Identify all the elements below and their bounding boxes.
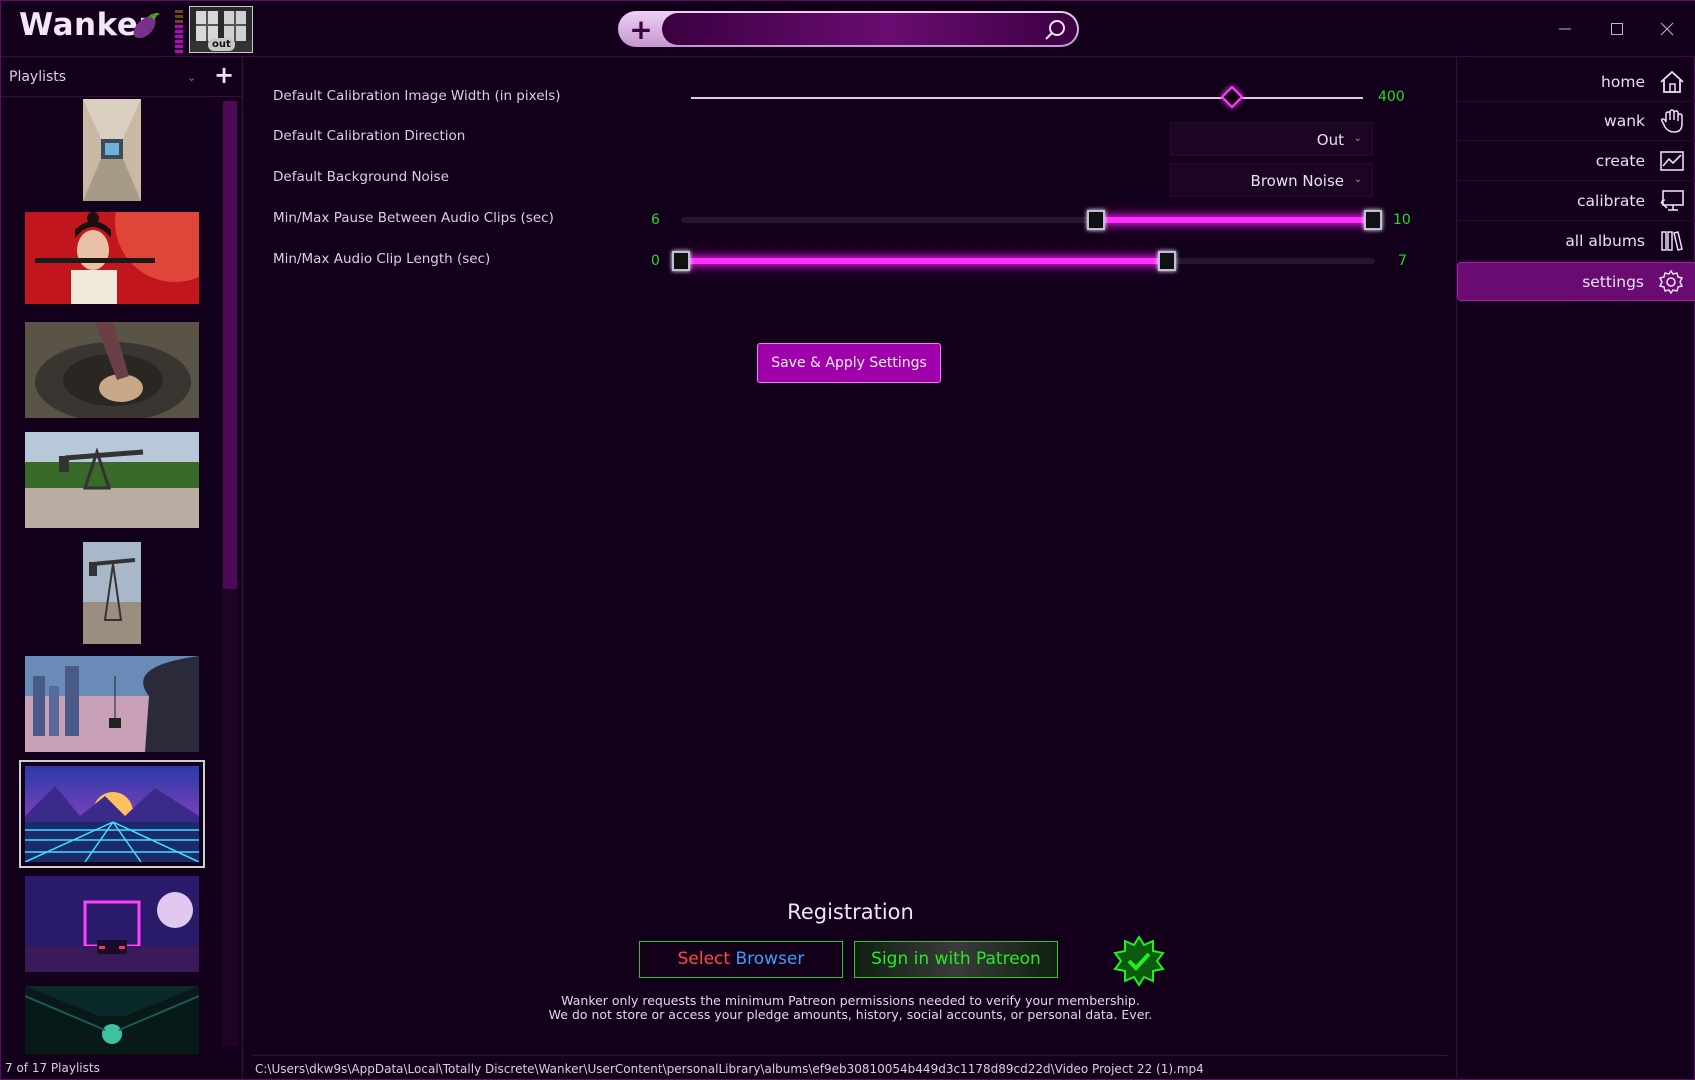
registration-note-line2: We do not store or access your pledge am… [548,1007,1153,1022]
home-icon [1660,70,1684,93]
hand-icon [1660,109,1683,133]
close-button[interactable] [1652,15,1682,43]
pause-range-max-value: 10 [1393,212,1411,228]
pause-range-min-handle[interactable] [1087,210,1105,230]
file-path-bar: C:\Users\dkw9s\AppData\Local\Totally Dis… [253,1055,1448,1080]
level-meter-segment [175,35,183,38]
level-meter-segment [175,15,183,18]
books-icon [1661,231,1683,251]
verified-badge-icon [1113,935,1165,987]
clip-length-min-handle[interactable] [672,251,690,271]
sign-in-patreon-button[interactable]: Sign in with Patreon [854,941,1058,978]
select-browser-button[interactable]: Select Browser [639,941,843,978]
playlist-thumbnail[interactable] [83,99,141,201]
level-meter-segment [175,20,183,23]
level-meter-segment [175,30,183,33]
select-browser-label-select: Select [677,949,731,969]
clip-length-min-value: 0 [651,253,660,269]
playlist-thumbnails [1,99,243,1054]
minimize-icon [1559,28,1571,30]
chevron-down-icon[interactable]: ⌄ [187,71,196,84]
right-navigation: home wank create calibrate all albums se… [1456,57,1695,1080]
registration-note-line1: Wanker only requests the minimum Patreon… [561,993,1140,1008]
chart-icon [1660,151,1684,171]
playlists-dropdown-label[interactable]: Playlists [9,69,66,85]
current-file-path: C:\Users\dkw9s\AppData\Local\Totally Dis… [255,1062,1204,1076]
save-apply-settings-button[interactable]: Save & Apply Settings [757,343,941,383]
setting-label-clip-length: Min/Max Audio Clip Length (sec) [273,251,491,267]
nav-item-label: wank [1604,112,1645,130]
nav-item-label: create [1595,152,1645,170]
add-playlist-button[interactable]: + [214,61,234,89]
nav-item-settings[interactable]: settings [1457,262,1695,301]
pause-range-fill [1096,217,1375,223]
video-preview-thumbnail[interactable]: out [189,6,253,53]
title-bar: Wanker out + [1,1,1695,57]
nav-item-create[interactable]: create [1457,142,1695,181]
maximize-icon [1611,23,1623,35]
pause-range-min-value: 6 [651,212,660,228]
playlist-thumbnail-selected[interactable] [19,760,205,868]
background-noise-value: Brown Noise [1250,172,1344,190]
playlists-header[interactable]: Playlists ⌄ + [1,57,243,97]
search-input[interactable] [662,13,1077,45]
calibration-width-value: 400 [1378,89,1405,105]
gear-icon [1658,269,1684,295]
nav-item-home[interactable]: home [1457,63,1695,102]
clip-length-max-handle[interactable] [1158,251,1176,271]
setting-label-pause-range: Min/Max Pause Between Audio Clips (sec) [273,210,554,226]
nav-item-wank[interactable]: wank [1457,102,1695,141]
clip-length-fill [681,258,1167,264]
calibration-width-slider-track[interactable] [691,97,1363,99]
playlist-thumbnail[interactable] [25,656,199,752]
calibration-width-slider-handle[interactable] [1220,85,1244,109]
playlist-thumbnail[interactable] [25,986,199,1054]
level-meter-segment [175,40,183,43]
pause-range-max-handle[interactable] [1364,210,1382,230]
setting-label-calibration-direction: Default Calibration Direction [273,128,466,144]
preview-direction-badge: out [208,38,235,51]
playlist-thumbnail[interactable] [25,322,199,418]
nav-item-label: calibrate [1577,192,1645,210]
level-meter-segment [175,25,183,28]
add-button[interactable]: + [620,13,662,46]
chevron-down-icon: ⌄ [1353,133,1362,144]
level-meter-segment [175,45,183,48]
select-browser-label-browser: Browser [735,949,805,969]
playlist-thumbnail[interactable] [25,876,199,972]
search-bar: + [618,11,1079,47]
clip-length-max-value: 7 [1398,253,1407,269]
setting-label-calibration-width: Default Calibration Image Width (in pixe… [273,88,561,104]
audio-level-meter [175,7,183,55]
calibration-direction-value: Out [1316,131,1344,149]
playlist-sidebar: Playlists ⌄ + 7 of 17 Playlists [1,57,243,1080]
playlist-scrollbar-thumb[interactable] [223,101,237,589]
chevron-down-icon: ⌄ [1353,174,1362,185]
playlist-thumbnail[interactable] [25,432,199,528]
nav-item-label: home [1601,73,1645,91]
registration-title: Registration [787,900,914,924]
playlist-thumbnail[interactable] [83,542,141,644]
nav-item-label: settings [1582,273,1644,291]
nav-item-label: all albums [1565,232,1645,250]
setting-label-background-noise: Default Background Noise [273,169,449,185]
nav-item-calibrate[interactable]: calibrate [1457,182,1695,221]
search-icon[interactable] [1043,18,1067,42]
close-icon [1660,22,1674,36]
minimize-button[interactable] [1550,15,1580,43]
maximize-button[interactable] [1602,15,1632,43]
background-noise-dropdown[interactable]: Brown Noise ⌄ [1170,163,1373,197]
settings-panel: Default Calibration Image Width (in pixe… [253,57,1448,1055]
level-meter-segment [175,10,183,13]
playlist-thumbnail[interactable] [25,212,199,304]
playlist-count-status: 7 of 17 Playlists [5,1061,100,1075]
nav-item-all-albums[interactable]: all albums [1457,222,1695,261]
monitor-wrench-icon [1660,190,1684,211]
calibration-direction-dropdown[interactable]: Out ⌄ [1170,122,1373,156]
level-meter-segment [175,50,183,53]
eggplant-icon [133,13,160,39]
